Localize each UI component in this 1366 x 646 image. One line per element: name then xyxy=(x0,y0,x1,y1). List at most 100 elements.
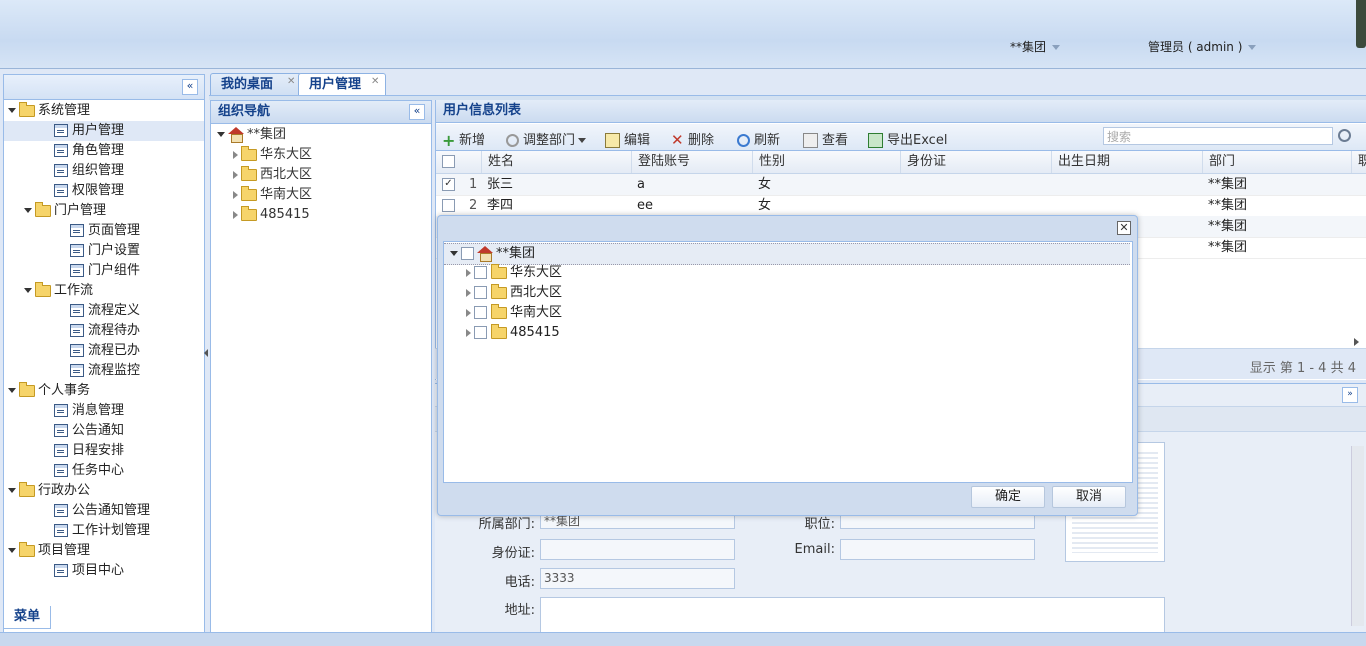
dialog-tree-node[interactable]: 华东大区 xyxy=(466,263,562,283)
col-header[interactable]: 性别 xyxy=(752,151,899,173)
table-row[interactable]: 2 李四 ee 女 **集团 xyxy=(436,195,1366,217)
expand-icon[interactable] xyxy=(466,328,471,337)
menu-item[interactable]: 页面管理 xyxy=(4,221,204,241)
expand-icon[interactable] xyxy=(24,288,32,293)
menu-item[interactable]: 用户管理 xyxy=(4,121,204,141)
tab-my-desktop[interactable]: 我的桌面 ✕ xyxy=(210,73,302,96)
expand-icon[interactable] xyxy=(8,108,16,113)
node-checkbox[interactable] xyxy=(474,326,487,339)
expand-icon[interactable] xyxy=(233,170,238,179)
node-checkbox[interactable] xyxy=(474,306,487,319)
menu-item[interactable]: 流程待办 xyxy=(4,321,204,341)
menu-item[interactable]: 系统管理 xyxy=(4,101,204,121)
expand-icon[interactable] xyxy=(24,208,32,213)
col-header[interactable]: 登陆账号 xyxy=(631,151,752,173)
col-header[interactable]: 部门 xyxy=(1202,151,1353,173)
refresh-button[interactable]: 刷新 xyxy=(737,129,780,148)
menu-item[interactable]: 公告通知管理 xyxy=(4,501,204,521)
dialog-tree-node[interactable]: 华南大区 xyxy=(466,303,562,323)
menu-item[interactable]: 任务中心 xyxy=(4,461,204,481)
menu-item[interactable]: 工作流 xyxy=(4,281,204,301)
dialog-tree-node[interactable]: 485415 xyxy=(466,323,560,343)
edit-button[interactable]: 编辑 xyxy=(605,129,650,148)
menu-item[interactable]: 流程监控 xyxy=(4,361,204,381)
node-checkbox[interactable] xyxy=(474,266,487,279)
node-checkbox[interactable] xyxy=(461,247,474,260)
expand-icon[interactable] xyxy=(466,268,471,277)
close-icon[interactable]: ✕ xyxy=(371,77,381,87)
close-icon[interactable]: ✕ xyxy=(1117,221,1131,235)
row-select-cell[interactable]: ✓ xyxy=(436,174,455,195)
row-checkbox[interactable] xyxy=(442,199,455,212)
menu-item[interactable]: 项目管理 xyxy=(4,541,204,561)
form-scrollbar[interactable] xyxy=(1351,446,1364,626)
dialog-tree-node[interactable]: 西北大区 xyxy=(466,283,562,303)
expand-icon[interactable] xyxy=(233,210,238,219)
dialog-tree-root[interactable]: **集团 xyxy=(444,243,1130,265)
menu-item[interactable]: 权限管理 xyxy=(4,181,204,201)
expand-icon[interactable] xyxy=(233,190,238,199)
org-tree-node[interactable]: 西北大区 xyxy=(233,165,312,185)
menu-item[interactable]: 角色管理 xyxy=(4,141,204,161)
user-menu[interactable]: 管理员 ( admin ) xyxy=(1148,38,1257,55)
node-checkbox[interactable] xyxy=(474,286,487,299)
export-excel-button[interactable]: 导出Excel xyxy=(868,129,947,148)
select-all-cell[interactable] xyxy=(436,151,464,173)
menu-item[interactable]: 门户管理 xyxy=(4,201,204,221)
col-header[interactable]: 姓名 xyxy=(481,151,632,173)
table-row[interactable]: ✓ 1 张三 a 女 **集团 xyxy=(436,174,1366,196)
collapse-detail-icon[interactable]: » xyxy=(1342,387,1358,403)
email-field[interactable] xyxy=(840,539,1035,560)
col-header[interactable]: 身份证 xyxy=(900,151,1051,173)
phone-field[interactable]: 3333 xyxy=(540,568,735,589)
splitter-handle[interactable] xyxy=(204,345,208,357)
org-tree-node[interactable]: 485415 xyxy=(233,205,310,225)
cell-dept: **集团 xyxy=(1208,177,1248,192)
col-header[interactable]: 出生日期 xyxy=(1051,151,1202,173)
collapse-org-icon[interactable]: « xyxy=(409,104,425,120)
select-all-checkbox[interactable] xyxy=(442,155,455,168)
org-tree-node[interactable]: 华东大区 xyxy=(233,145,312,165)
search-input[interactable]: 搜索 xyxy=(1103,127,1333,145)
menu-item[interactable]: 门户组件 xyxy=(4,261,204,281)
search-icon[interactable] xyxy=(1338,129,1351,142)
menu-item[interactable]: 公告通知 xyxy=(4,421,204,441)
ok-button[interactable]: 确定 xyxy=(971,486,1045,508)
menu-item[interactable]: 门户设置 xyxy=(4,241,204,261)
menu-item[interactable]: 日程安排 xyxy=(4,441,204,461)
org-tree-root[interactable]: **集团 xyxy=(217,125,286,145)
menu-item[interactable]: 项目中心 xyxy=(4,561,204,581)
add-button[interactable]: + 新增 xyxy=(442,129,485,149)
org-selector[interactable]: **集团 xyxy=(1010,38,1061,55)
org-tree-node[interactable]: 华南大区 xyxy=(233,185,312,205)
menu-footer-tab[interactable]: 菜单 xyxy=(3,606,51,629)
delete-button[interactable]: ✕ 删除 xyxy=(671,129,714,149)
tab-user-management[interactable]: 用户管理 ✕ xyxy=(298,73,386,96)
scroll-right-icon[interactable] xyxy=(1354,334,1362,348)
menu-item[interactable]: 流程定义 xyxy=(4,301,204,321)
expand-icon[interactable] xyxy=(8,548,16,553)
menu-item[interactable]: 组织管理 xyxy=(4,161,204,181)
idcard-field[interactable] xyxy=(540,539,735,560)
adjust-dept-button[interactable]: 调整部门 xyxy=(506,129,587,148)
expand-icon[interactable] xyxy=(450,251,458,256)
expand-icon[interactable] xyxy=(466,308,471,317)
row-select-cell[interactable] xyxy=(436,195,455,216)
view-button[interactable]: 查看 xyxy=(803,129,848,148)
close-icon[interactable]: ✕ xyxy=(287,77,297,87)
expand-icon[interactable] xyxy=(466,288,471,297)
menu-item[interactable]: 工作计划管理 xyxy=(4,521,204,541)
menu-item[interactable]: 个人事务 xyxy=(4,381,204,401)
col-header[interactable]: 职 xyxy=(1351,151,1366,173)
collapse-left-icon[interactable]: « xyxy=(182,79,198,95)
menu-item[interactable]: 行政办公 xyxy=(4,481,204,501)
menu-item[interactable]: 流程已办 xyxy=(4,341,204,361)
expand-icon[interactable] xyxy=(8,388,16,393)
cancel-button[interactable]: 取消 xyxy=(1052,486,1126,508)
expand-icon[interactable] xyxy=(233,150,238,159)
menu-item[interactable]: 消息管理 xyxy=(4,401,204,421)
address-field[interactable] xyxy=(540,597,1165,633)
expand-icon[interactable] xyxy=(217,132,225,137)
expand-icon[interactable] xyxy=(8,488,16,493)
row-checkbox[interactable]: ✓ xyxy=(442,178,455,191)
